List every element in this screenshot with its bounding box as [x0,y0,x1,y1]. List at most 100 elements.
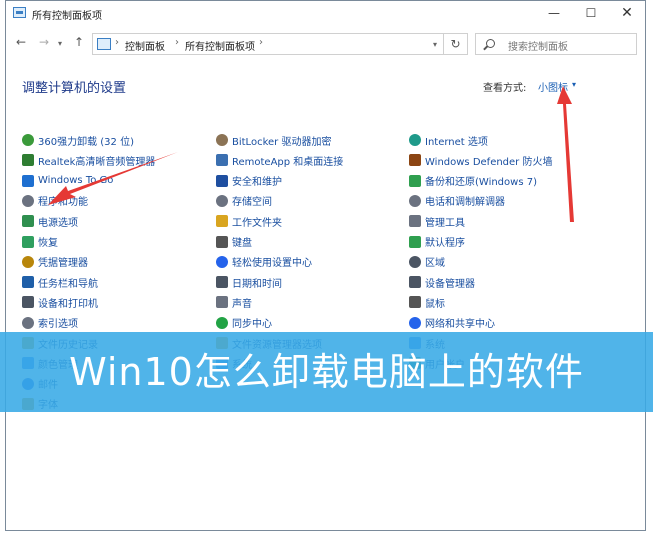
maximize-button[interactable]: ☐ [574,4,608,22]
item-label: 设备和打印机 [38,298,98,310]
breadcrumb-separator-icon[interactable]: › [115,37,119,48]
search-icon [486,39,495,48]
item-icon [216,296,228,309]
control-panel-item[interactable]: 设备和打印机 [22,293,98,311]
breadcrumb-all-items[interactable]: 所有控制面板项 [185,38,255,53]
navigation-bar: ← → ▾ ↑ › 控制面板 › 所有控制面板项 › ▾ ↻ 搜索控制面板 [6,31,645,57]
item-icon [216,194,228,207]
item-label: RemoteApp 和桌面连接 [232,156,344,168]
item-icon [216,174,228,187]
control-panel-item[interactable]: 声音 [216,293,252,311]
control-panel-item[interactable]: 360强力卸载 (32 位) [22,131,134,149]
item-icon [22,235,34,248]
breadcrumb-separator-icon[interactable]: › [175,37,179,48]
item-label: 工作文件夹 [232,217,282,229]
control-panel-item[interactable]: RemoteApp 和桌面连接 [216,151,343,169]
item-icon [409,255,421,268]
item-label: 默认程序 [425,238,465,249]
control-panel-item[interactable]: 管理工具 [409,212,465,230]
control-panel-item[interactable]: 键盘 [216,233,252,251]
item-icon [409,316,421,329]
breadcrumb-separator-icon[interactable]: › [259,37,263,48]
control-panel-icon [97,38,111,50]
item-label: 任务栏和导航 [38,278,98,290]
item-label: BitLocker 驱动器加密 [232,136,332,148]
control-panel-icon [13,7,26,18]
item-icon [22,174,34,187]
item-icon [409,235,421,248]
control-panel-item[interactable]: 程序和功能 [22,192,88,210]
item-label: 鼠标 [425,298,445,310]
recent-locations-chevron-icon[interactable]: ▾ [58,39,62,48]
item-icon [216,215,228,228]
control-panel-item[interactable]: Windows Defender 防火墙 [409,151,552,169]
title-bar: 所有控制面板项 — ☐ ✕ [6,1,645,26]
control-panel-item[interactable]: 恢复 [22,233,58,251]
item-label: 管理工具 [425,217,465,229]
control-panel-item[interactable]: 电话和调制解调器 [409,192,505,210]
item-icon [22,154,34,167]
address-dropdown-chevron-icon[interactable]: ▾ [433,40,437,49]
minimize-button[interactable]: — [537,4,571,22]
refresh-button[interactable]: ↻ [444,33,468,55]
item-label: Internet 选项 [425,136,488,148]
control-panel-item[interactable]: 索引选项 [22,314,78,332]
control-panel-item[interactable]: 存储空间 [216,192,272,210]
item-icon [409,134,421,146]
item-icon [22,316,34,329]
control-panel-item[interactable]: 网络和共享中心 [409,314,495,332]
breadcrumb-control-panel[interactable]: 控制面板 [125,38,165,53]
control-panel-window: 所有控制面板项 — ☐ ✕ ← → ▾ ↑ › 控制面板 › 所有控制面板项 ›… [5,0,646,531]
control-panel-item[interactable]: 工作文件夹 [216,212,282,230]
item-icon [22,255,34,268]
up-arrow-icon[interactable]: ↑ [74,35,84,49]
item-label: 设备管理器 [425,278,475,290]
item-label: 备份和还原(Windows 7) [425,177,537,189]
item-label: 安全和维护 [232,177,282,189]
control-panel-item[interactable]: Internet 选项 [409,131,488,149]
control-panel-item[interactable]: 凭据管理器 [22,253,88,271]
control-panel-item[interactable]: 区域 [409,253,445,271]
control-panel-item[interactable]: 默认程序 [409,233,465,251]
item-icon [409,194,421,207]
forward-arrow-icon[interactable]: → [39,35,49,49]
item-label: 索引选项 [38,319,78,331]
item-icon [216,134,228,146]
control-panel-item[interactable]: 任务栏和导航 [22,273,98,291]
search-input[interactable]: 搜索控制面板 [475,33,637,55]
control-panel-item[interactable]: 设备管理器 [409,273,475,291]
back-arrow-icon[interactable]: ← [16,35,26,49]
item-icon [409,276,421,289]
item-label: 键盘 [232,238,252,249]
item-icon [216,255,228,268]
item-label: Windows Defender 防火墙 [425,156,553,168]
item-icon [216,316,228,329]
control-panel-item[interactable]: 同步中心 [216,314,272,332]
view-by-dropdown[interactable]: 小图标 [538,79,568,94]
control-panel-item[interactable]: BitLocker 驱动器加密 [216,131,331,149]
address-bar[interactable]: › 控制面板 › 所有控制面板项 › ▾ [92,33,444,55]
item-label: 日期和时间 [232,278,282,290]
search-placeholder: 搜索控制面板 [508,42,568,53]
control-panel-item[interactable]: 日期和时间 [216,273,282,291]
banner-text: Win10怎么卸载电脑上的软件 [69,350,584,394]
control-panel-item[interactable]: Windows To Go [22,172,113,190]
item-icon [216,154,228,167]
item-label: 同步中心 [232,319,272,331]
item-icon [22,194,34,207]
control-panel-item[interactable]: 鼠标 [409,293,445,311]
window-title: 所有控制面板项 [32,11,102,22]
title-banner: Win10怎么卸载电脑上的软件 [0,332,653,412]
item-icon [22,276,34,289]
item-label: 凭据管理器 [38,258,88,270]
control-panel-item[interactable]: 电源选项 [22,212,78,230]
close-button[interactable]: ✕ [610,4,644,22]
item-label: 网络和共享中心 [425,319,495,331]
control-panel-item[interactable]: 备份和还原(Windows 7) [409,172,537,190]
control-panel-item[interactable]: 轻松使用设置中心 [216,253,312,271]
item-icon [409,215,421,228]
control-panel-item[interactable]: Realtek高清晰音频管理器 [22,151,155,169]
item-label: Windows To Go [38,175,114,187]
view-by-chevron-down-icon[interactable]: ▾ [572,80,576,89]
control-panel-item[interactable]: 安全和维护 [216,172,282,190]
